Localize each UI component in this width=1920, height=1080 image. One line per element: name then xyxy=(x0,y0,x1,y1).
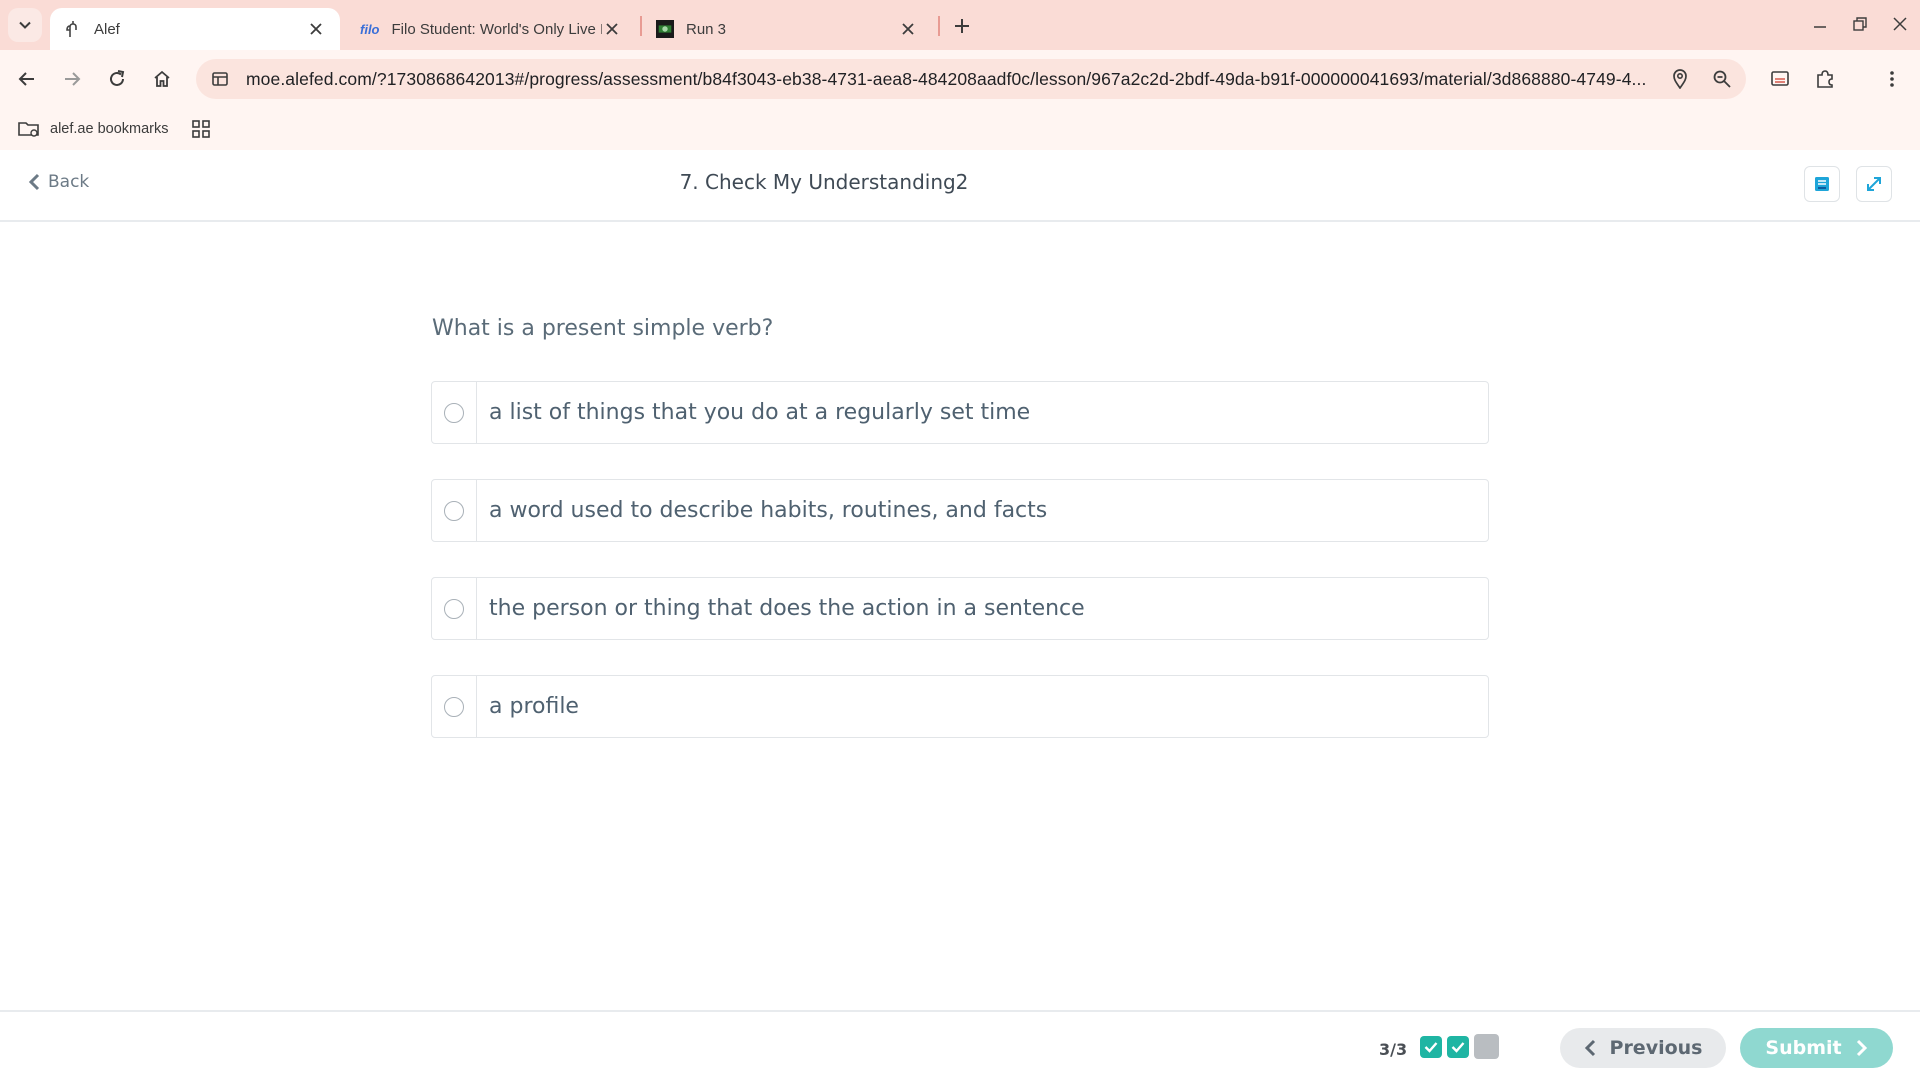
extensions-button[interactable] xyxy=(1808,62,1842,96)
tab-title: Alef xyxy=(94,20,120,38)
address-bar[interactable]: moe.alefed.com/?1730868642013#/progress/… xyxy=(196,59,1746,99)
apps-button[interactable] xyxy=(192,116,220,142)
browser-tab-strip: Alef filo Filo Student: World's Only Liv… xyxy=(0,0,1920,50)
radio-cell xyxy=(432,382,477,443)
tab-title: Filo Student: World's Only Live I xyxy=(391,20,603,38)
minimize-icon xyxy=(1814,26,1826,28)
radio-button[interactable] xyxy=(444,598,464,619)
apps-grid-icon xyxy=(192,120,210,138)
radio-cell xyxy=(432,676,477,737)
chevron-left-icon xyxy=(1584,1039,1595,1057)
tab-run-3[interactable]: Run 3 xyxy=(642,8,932,50)
browser-toolbar: moe.alefed.com/?1730868642013#/progress/… xyxy=(0,50,1920,108)
lesson-header: Back 7. Check My Understanding2 xyxy=(0,150,1920,222)
filo-logo-icon: filo xyxy=(360,21,380,37)
tab-alef[interactable]: Alef xyxy=(50,8,340,50)
assessment-footer: 3/3 Previous Submit xyxy=(0,1010,1920,1080)
chevron-down-icon xyxy=(19,21,31,29)
bookmarks-bar: alef.ae bookmarks xyxy=(0,108,1920,150)
puzzle-icon xyxy=(1817,70,1833,88)
tab-search-button[interactable] xyxy=(8,8,42,42)
chevron-right-icon xyxy=(1856,1039,1867,1057)
radio-button[interactable] xyxy=(444,696,464,717)
tab-separator xyxy=(938,16,940,36)
cast-icon xyxy=(1771,71,1789,86)
progress-counter: 3/3 xyxy=(1379,1040,1408,1059)
progress-step-1[interactable] xyxy=(1420,1036,1442,1058)
more-vertical-icon xyxy=(1890,71,1894,87)
previous-button[interactable]: Previous xyxy=(1560,1028,1726,1068)
progress-step-3[interactable] xyxy=(1474,1034,1499,1059)
close-icon[interactable] xyxy=(306,19,326,39)
bookmark-label: alef.ae bookmarks xyxy=(50,121,169,137)
radio-cell xyxy=(432,480,477,541)
radio-button[interactable] xyxy=(444,402,464,423)
back-nav-button[interactable] xyxy=(10,62,44,96)
question-text: What is a present simple verb? xyxy=(432,316,774,341)
home-icon xyxy=(154,70,170,87)
tab-filo[interactable]: filo Filo Student: World's Only Live I xyxy=(346,8,636,50)
option-label: a profile xyxy=(489,694,579,719)
expand-icon xyxy=(1867,177,1881,191)
assessment-content: What is a present simple verb? a list of… xyxy=(0,222,1920,1010)
url-text[interactable]: moe.alefed.com/?1730868642013#/progress/… xyxy=(246,69,1662,90)
site-info-icon[interactable] xyxy=(202,61,238,97)
answer-option-4[interactable]: a profile xyxy=(431,675,1489,738)
page-title: 7. Check My Understanding2 xyxy=(679,170,969,194)
answer-option-3[interactable]: the person or thing that does the action… xyxy=(431,577,1489,640)
home-button[interactable] xyxy=(145,62,179,96)
reload-button[interactable] xyxy=(100,62,134,96)
location-icon[interactable] xyxy=(1662,61,1698,97)
fullscreen-button[interactable] xyxy=(1856,166,1892,202)
alef-icon xyxy=(64,20,82,38)
restore-button[interactable] xyxy=(1844,10,1876,38)
plus-icon xyxy=(955,19,969,33)
close-icon[interactable] xyxy=(602,19,622,39)
cast-button[interactable] xyxy=(1763,62,1797,96)
browser-menu-button[interactable] xyxy=(1875,62,1909,96)
close-icon xyxy=(1893,17,1907,31)
submit-button[interactable]: Submit xyxy=(1740,1028,1893,1068)
restore-icon xyxy=(1853,17,1867,31)
radio-button[interactable] xyxy=(444,500,464,521)
arrow-left-icon xyxy=(18,72,34,86)
tab-title: Run 3 xyxy=(686,20,727,38)
radio-cell xyxy=(432,578,477,639)
bookmark-folder-icon xyxy=(18,122,39,137)
answer-option-1[interactable]: a list of things that you do at a regula… xyxy=(431,381,1489,444)
reload-icon xyxy=(110,70,125,86)
progress-step-2[interactable] xyxy=(1447,1036,1469,1058)
book-icon xyxy=(1815,177,1829,191)
run3-game-icon xyxy=(656,20,674,38)
option-label: a list of things that you do at a regula… xyxy=(489,400,1031,425)
option-label: the person or thing that does the action… xyxy=(489,596,1085,621)
previous-label: Previous xyxy=(1609,1037,1703,1059)
minimize-button[interactable] xyxy=(1804,10,1836,38)
forward-nav-button[interactable] xyxy=(55,62,89,96)
check-icon xyxy=(1451,1042,1465,1053)
answer-options: a list of things that you do at a regula… xyxy=(431,381,1489,773)
submit-label: Submit xyxy=(1765,1037,1842,1059)
bookmark-folder-alef[interactable]: alef.ae bookmarks xyxy=(18,116,168,142)
arrow-right-icon xyxy=(65,72,81,86)
close-icon[interactable] xyxy=(898,19,918,39)
check-icon xyxy=(1424,1042,1438,1053)
answer-option-2[interactable]: a word used to describe habits, routines… xyxy=(431,479,1489,542)
zoom-icon[interactable] xyxy=(1704,61,1740,97)
option-label: a word used to describe habits, routines… xyxy=(489,498,1048,523)
window-close-button[interactable] xyxy=(1884,10,1916,38)
glossary-button[interactable] xyxy=(1804,166,1840,202)
new-tab-button[interactable] xyxy=(948,12,976,40)
